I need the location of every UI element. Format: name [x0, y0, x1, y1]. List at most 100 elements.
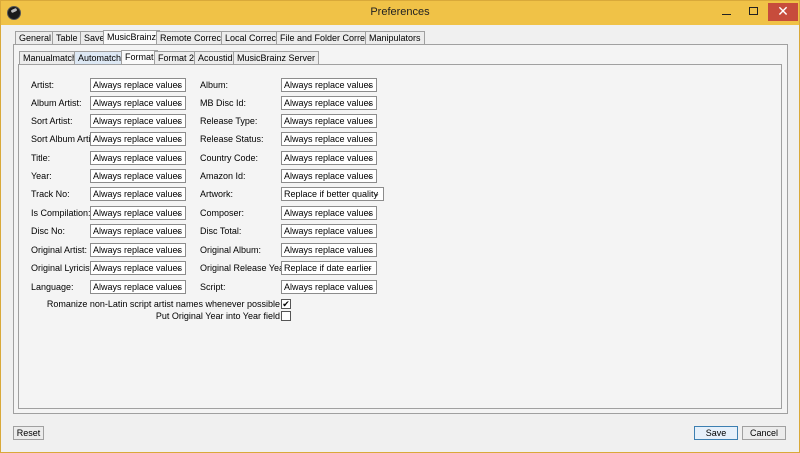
- country-code-select[interactable]: Always replace values ⌄: [281, 151, 377, 165]
- chevron-down-icon: ⌄: [175, 171, 182, 180]
- close-icon: ✕: [777, 3, 789, 19]
- window-title: Preferences: [370, 6, 430, 18]
- subtab-format-2[interactable]: Format 2: [154, 51, 199, 65]
- reset-button[interactable]: Reset: [13, 426, 44, 440]
- minimize-icon: [721, 14, 731, 15]
- original-artist-select[interactable]: Always replace values ⌄: [90, 243, 186, 257]
- chevron-down-icon: ⌄: [366, 171, 373, 180]
- check-icon: ✔: [282, 299, 290, 309]
- chevron-down-icon: ⌄: [175, 208, 182, 217]
- album-artist-select[interactable]: Always replace values ⌄: [90, 96, 186, 110]
- field-label: Amazon Id:: [200, 171, 246, 181]
- chevron-down-icon: ⌄: [366, 226, 373, 235]
- year-select[interactable]: Always replace values ⌄: [90, 169, 186, 183]
- original-year-checkbox[interactable]: [281, 311, 291, 321]
- tab-table[interactable]: Table: [52, 31, 82, 45]
- field-label: Sort Artist:: [31, 116, 73, 126]
- subtab-acoustid[interactable]: Acoustid: [194, 51, 237, 65]
- chevron-down-icon: ⌄: [175, 189, 182, 198]
- tab-remote-correct[interactable]: Remote Correct: [156, 31, 228, 45]
- field-label: MB Disc Id:: [200, 98, 247, 108]
- chevron-down-icon: ⌄: [175, 282, 182, 291]
- chevron-down-icon: ⌄: [175, 153, 182, 162]
- tab-local-correct[interactable]: Local Correct: [221, 31, 283, 45]
- chevron-down-icon: ⌄: [366, 245, 373, 254]
- original-lyricist-select[interactable]: Always replace values ⌄: [90, 261, 186, 275]
- tab-general[interactable]: General: [15, 31, 56, 45]
- maximize-icon: [748, 7, 758, 15]
- tab-manipulators[interactable]: Manipulators: [365, 31, 425, 45]
- track-no-select[interactable]: Always replace values ⌄: [90, 187, 186, 201]
- disc-total-select[interactable]: Always replace values ⌄: [281, 224, 377, 238]
- release-status-select[interactable]: Always replace values ⌄: [281, 132, 377, 146]
- language-select[interactable]: Always replace values ⌄: [90, 280, 186, 294]
- chevron-down-icon: ⌄: [366, 134, 373, 143]
- field-label: Release Status:: [200, 134, 264, 144]
- chevron-down-icon: ⌄: [175, 263, 182, 272]
- original-album-select[interactable]: Always replace values ⌄: [281, 243, 377, 257]
- field-label: Original Release Year:: [200, 263, 290, 273]
- chevron-down-icon: ⌄: [175, 134, 182, 143]
- maximize-button[interactable]: [741, 3, 765, 21]
- sort-album-artist-select[interactable]: Always replace values ⌄: [90, 132, 186, 146]
- field-label: Title:: [31, 153, 51, 163]
- field-label: Disc No:: [31, 226, 66, 236]
- original-year-label: Put Original Year into Year field: [155, 311, 280, 321]
- field-label: Script:: [200, 282, 226, 292]
- chevron-down-icon: ⌄: [366, 80, 373, 89]
- disc-no-select[interactable]: Always replace values ⌄: [90, 224, 186, 238]
- sort-artist-select[interactable]: Always replace values ⌄: [90, 114, 186, 128]
- field-label: Original Lyricist:: [31, 263, 95, 273]
- close-button[interactable]: ✕: [768, 3, 798, 21]
- field-label: Composer:: [200, 208, 245, 218]
- field-label: Artwork:: [200, 189, 234, 199]
- field-label: Album:: [200, 80, 229, 90]
- save-button[interactable]: Save: [694, 426, 738, 440]
- field-label: Artist:: [31, 80, 55, 90]
- artist-select[interactable]: Always replace values ⌄: [90, 78, 186, 92]
- field-label: Country Code:: [200, 153, 259, 163]
- original-release-year-select[interactable]: Replace if date earlier ⌄: [281, 261, 377, 275]
- title-select[interactable]: Always replace values ⌄: [90, 151, 186, 165]
- mb-disc-id-select[interactable]: Always replace values ⌄: [281, 96, 377, 110]
- composer-select[interactable]: Always replace values ⌄: [281, 206, 377, 220]
- chevron-down-icon: ⌄: [175, 98, 182, 107]
- field-label: Track No:: [31, 189, 70, 199]
- chevron-down-icon: ⌄: [366, 208, 373, 217]
- album-select[interactable]: Always replace values ⌄: [281, 78, 377, 92]
- chevron-down-icon: ⌄: [175, 226, 182, 235]
- field-label: Original Album:: [200, 245, 262, 255]
- field-label: Release Type:: [200, 116, 258, 126]
- minimize-button[interactable]: [714, 3, 738, 21]
- chevron-down-icon: ⌄: [175, 116, 182, 125]
- field-label: Album Artist:: [31, 98, 82, 108]
- field-label: Disc Total:: [200, 226, 242, 236]
- chevron-down-icon: ⌄: [366, 282, 373, 291]
- chevron-down-icon: ⌄: [366, 153, 373, 162]
- romanize-checkbox[interactable]: ✔: [281, 299, 291, 309]
- chevron-down-icon: ⌄: [366, 263, 373, 272]
- tab-file-and-folder-correct[interactable]: File and Folder Correct: [276, 31, 377, 45]
- subtab-musicbrainz-server[interactable]: MusicBrainz Server: [233, 51, 320, 65]
- tab-musicbrainz[interactable]: MusicBrainz: [103, 30, 161, 45]
- amazon-id-select[interactable]: Always replace values ⌄: [281, 169, 377, 183]
- title-bar[interactable]: Preferences ✕: [1, 1, 799, 25]
- field-label: Language:: [31, 282, 74, 292]
- artwork-select[interactable]: Replace if better quality ⌄: [281, 187, 384, 201]
- field-label: Year:: [31, 171, 52, 181]
- chevron-down-icon: ⌄: [373, 189, 380, 198]
- subtab-automatch[interactable]: Automatch: [74, 51, 126, 65]
- is-compilation-select[interactable]: Always replace values ⌄: [90, 206, 186, 220]
- chevron-down-icon: ⌄: [366, 98, 373, 107]
- chevron-down-icon: ⌄: [175, 245, 182, 254]
- cancel-button[interactable]: Cancel: [742, 426, 786, 440]
- field-label: Is Compilation:: [31, 208, 91, 218]
- subtab-manualmatch[interactable]: Manualmatch: [19, 51, 82, 65]
- script-select[interactable]: Always replace values ⌄: [281, 280, 377, 294]
- subtab-format[interactable]: Format: [121, 50, 158, 65]
- chevron-down-icon: ⌄: [175, 80, 182, 89]
- preferences-window: Preferences ✕ General Table Save MusicBr…: [0, 0, 800, 453]
- field-label: Original Artist:: [31, 245, 88, 255]
- release-type-select[interactable]: Always replace values ⌄: [281, 114, 377, 128]
- chevron-down-icon: ⌄: [366, 116, 373, 125]
